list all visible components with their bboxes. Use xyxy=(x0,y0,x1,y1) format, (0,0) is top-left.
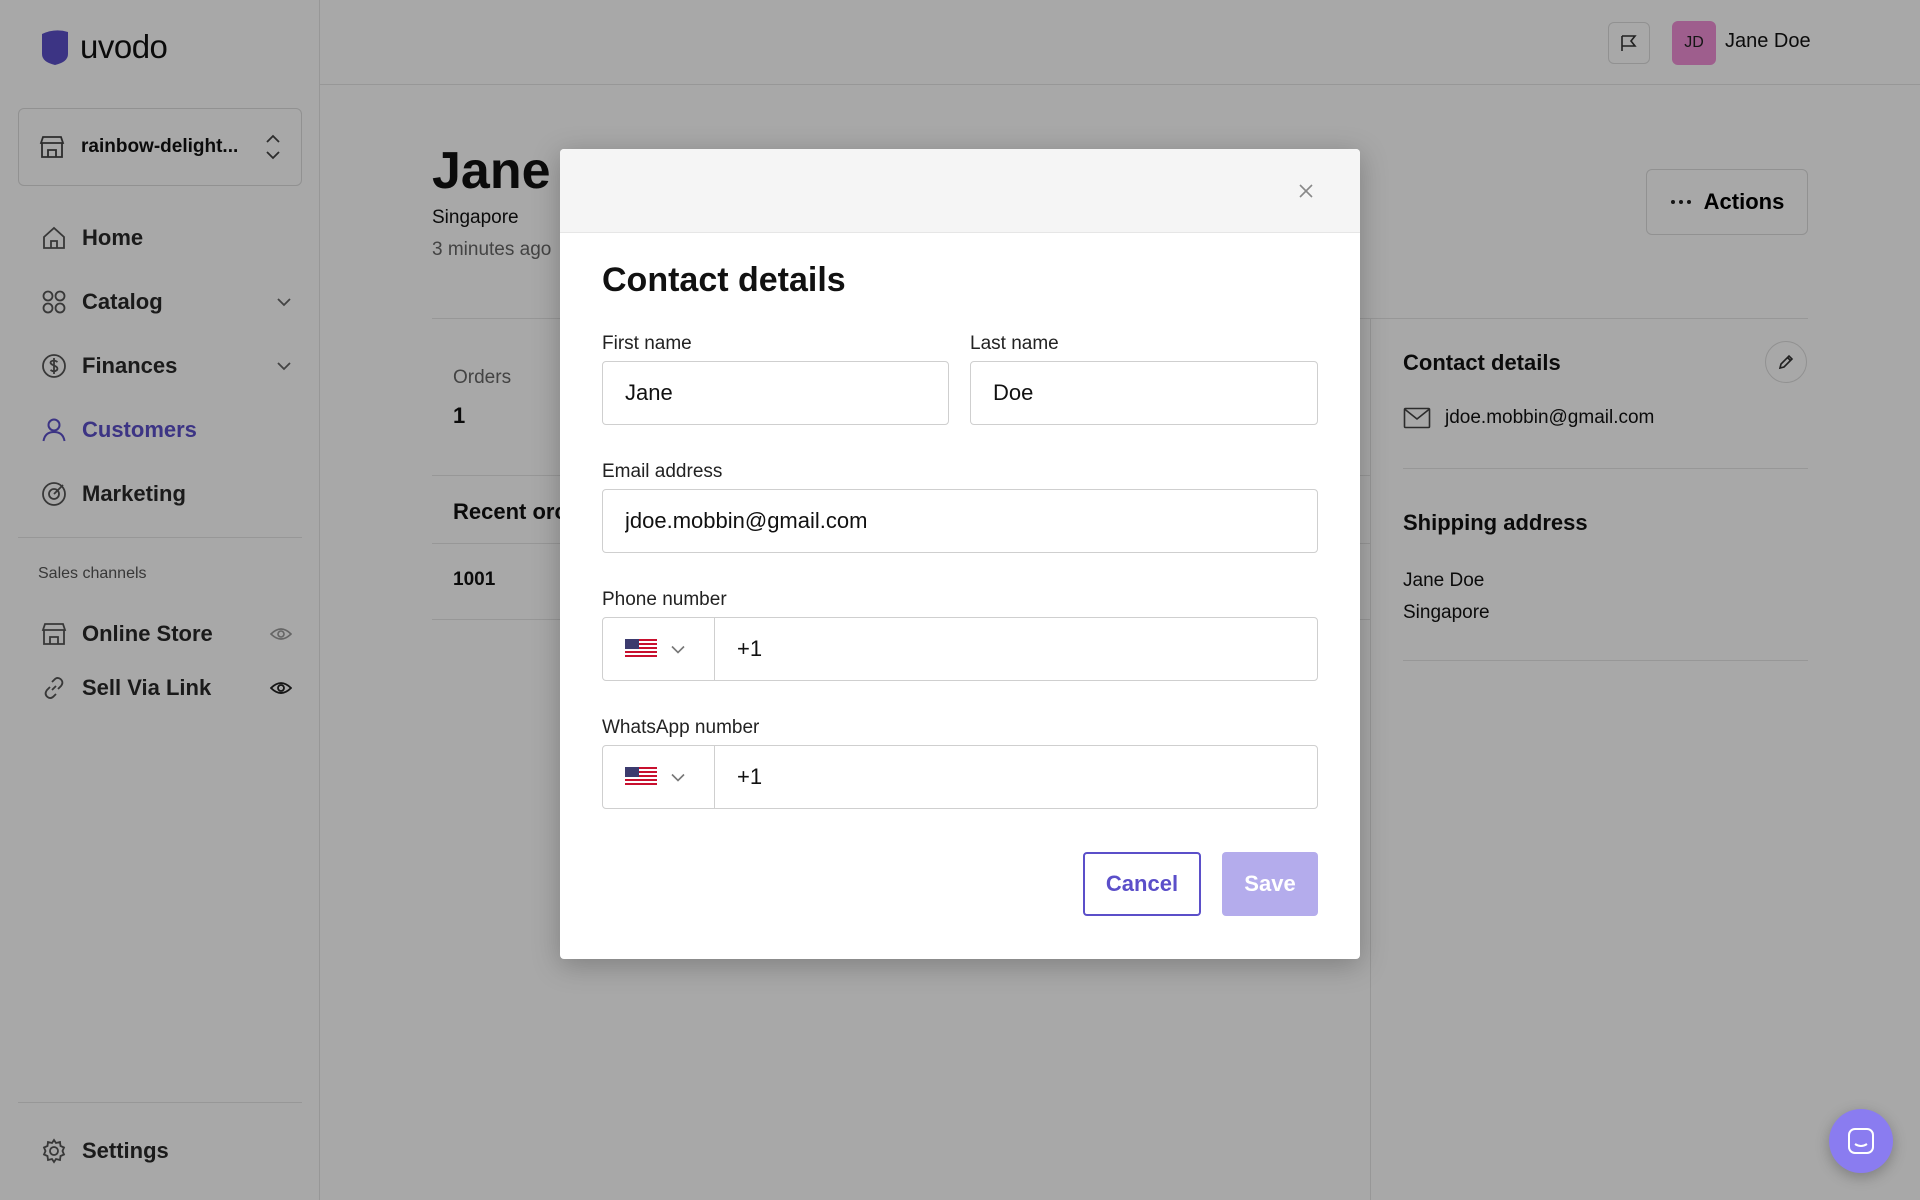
whatsapp-field xyxy=(602,745,1318,809)
close-button[interactable] xyxy=(1290,175,1322,207)
us-flag-icon xyxy=(625,639,657,659)
phone-field xyxy=(602,617,1318,681)
us-flag-icon xyxy=(625,767,657,787)
cancel-button[interactable]: Cancel xyxy=(1083,852,1201,916)
save-button[interactable]: Save xyxy=(1222,852,1318,916)
whatsapp-country-select[interactable] xyxy=(603,746,715,808)
modal-title: Contact details xyxy=(602,261,846,299)
last-name-input[interactable] xyxy=(970,361,1318,425)
phone-country-select[interactable] xyxy=(603,618,715,680)
contact-details-modal: Contact details First name Last name Ema… xyxy=(560,149,1360,959)
last-name-label: Last name xyxy=(970,333,1059,354)
first-name-input[interactable] xyxy=(602,361,949,425)
email-label: Email address xyxy=(602,461,723,482)
whatsapp-number-input[interactable] xyxy=(715,746,1317,808)
chat-launcher-button[interactable] xyxy=(1829,1109,1893,1173)
chevron-down-icon xyxy=(671,645,685,654)
chevron-down-icon xyxy=(671,773,685,782)
phone-label: Phone number xyxy=(602,589,727,610)
whatsapp-label: WhatsApp number xyxy=(602,717,760,738)
email-field[interactable] xyxy=(602,489,1318,553)
phone-number-input[interactable] xyxy=(715,618,1317,680)
chat-icon xyxy=(1848,1128,1874,1154)
close-icon xyxy=(1299,184,1313,198)
modal-header xyxy=(560,149,1360,233)
first-name-label: First name xyxy=(602,333,692,354)
